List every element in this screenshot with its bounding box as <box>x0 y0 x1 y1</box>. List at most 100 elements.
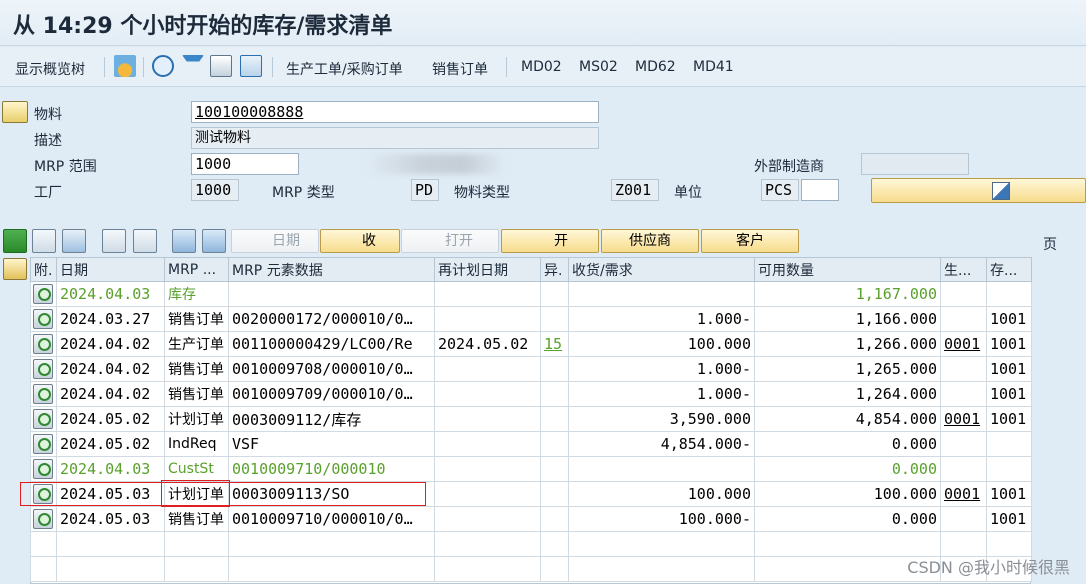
cell-date-text: 2024.04.02 <box>60 385 151 403</box>
cell-stor: 1001 <box>986 381 1032 407</box>
magnifier-icon[interactable] <box>33 334 53 354</box>
row-detail-cell[interactable] <box>30 456 57 482</box>
glasses-icon[interactable] <box>32 229 56 253</box>
cell-avail-text: 1,166.000 <box>855 310 937 328</box>
table-row[interactable]: 2024.04.03 CustSt 0010009710/000010 0.000 <box>30 456 1032 482</box>
cell-exc <box>540 281 569 307</box>
col-mrp-element[interactable]: MRP ... <box>164 257 229 282</box>
cell-date-text: 2024.04.02 <box>60 335 151 353</box>
unit-extra-field[interactable] <box>801 179 839 201</box>
col-mrp-element-data[interactable]: MRP 元素数据 <box>228 257 435 282</box>
magnifier-icon[interactable] <box>33 434 53 454</box>
layout-icon[interactable] <box>3 258 27 280</box>
cell-mrp: 销售订单 <box>164 506 229 532</box>
cell-prod-text[interactable]: 0001 <box>944 335 980 353</box>
ms02-button[interactable]: MS02 <box>579 59 618 75</box>
cell-mrp-text: IndReq <box>168 436 217 452</box>
sales-orders-button[interactable]: 销售订单 <box>432 59 488 79</box>
table-row[interactable]: 2024.03.27 销售订单 0020000172/000010/0… 1.000-… <box>30 306 1032 332</box>
customer-button[interactable]: 客户 <box>701 229 799 253</box>
settings-icon[interactable] <box>240 55 262 77</box>
cell-qty-text: 100.000- <box>678 510 751 528</box>
material-field[interactable]: 100100008888 <box>191 101 599 123</box>
cell-prod-text[interactable]: 0001 <box>944 410 980 428</box>
cell-prod <box>940 456 987 482</box>
collapse-icon[interactable] <box>210 55 232 77</box>
cell-resched <box>434 406 541 432</box>
col-receipt-requirement[interactable]: 收货/需求 <box>568 257 755 282</box>
cell-prod-text[interactable]: 0001 <box>944 485 980 503</box>
supplier-button[interactable]: 供应商 <box>601 229 699 253</box>
cell-elem: 0020000172/000010/0… <box>228 306 435 332</box>
material-help-icon[interactable] <box>2 101 28 123</box>
cell-mrp-text: 销售订单 <box>168 387 224 403</box>
cell-stor-text: 1001 <box>990 410 1027 428</box>
cell-elem: VSF <box>228 431 435 457</box>
scroll-down-icon[interactable] <box>172 229 196 253</box>
collapse-tree-icon[interactable] <box>133 229 157 253</box>
md41-button[interactable]: MD41 <box>693 59 734 75</box>
row-detail-cell[interactable] <box>30 431 57 457</box>
show-overview-tree-button[interactable]: 显示概览树 <box>15 59 85 79</box>
table-row[interactable]: 2024.04.02 销售订单 0010009709/000010/0… 1.000-… <box>30 381 1032 407</box>
col-date[interactable]: 日期 <box>56 257 165 282</box>
col-reschedule-date[interactable]: 再计划日期 <box>434 257 541 282</box>
magnifier-icon[interactable] <box>33 284 53 304</box>
magnifier-icon[interactable] <box>33 509 53 529</box>
mrp-area-field[interactable]: 1000 <box>191 153 299 175</box>
refresh-icon[interactable] <box>152 55 174 77</box>
redacted-area <box>366 154 506 174</box>
pencil-edit-icon[interactable] <box>62 229 86 253</box>
cell-resched <box>434 431 541 457</box>
plant-label: 工厂 <box>34 185 62 201</box>
row-detail-cell[interactable] <box>30 356 57 382</box>
cell-exc-text[interactable]: 15 <box>544 335 562 353</box>
cell-prod <box>940 506 987 532</box>
row-detail-cell[interactable] <box>30 506 57 532</box>
table-row[interactable]: 2024.04.02 生产订单 001100000429/LC00/Re 2024.0… <box>30 331 1032 357</box>
cell-mrp: 库存 <box>164 281 229 307</box>
cell-qty-text: 4,854.000- <box>660 435 751 453</box>
sum-icon[interactable] <box>3 229 27 253</box>
magnifier-icon[interactable] <box>33 409 53 429</box>
col-available-qty[interactable]: 可用数量 <box>754 257 941 282</box>
table-row[interactable]: 2024.05.03 销售订单 0010009710/000010/0… 100.00… <box>30 506 1032 532</box>
row-detail-cell[interactable] <box>30 306 57 332</box>
sunrise-icon[interactable] <box>114 55 136 77</box>
empty-cell <box>56 556 165 582</box>
edit-button[interactable] <box>871 178 1086 203</box>
col-exception[interactable]: 异. <box>540 257 569 282</box>
cell-stor <box>986 281 1032 307</box>
table-row[interactable]: 2024.05.02 IndReq VSF 4,854.000- 0.000 <box>30 431 1032 457</box>
row-detail-cell[interactable] <box>30 281 57 307</box>
md62-button[interactable]: MD62 <box>635 59 676 75</box>
cell-stor: 1001 <box>986 356 1032 382</box>
magnifier-icon[interactable] <box>33 384 53 404</box>
magnifier-icon[interactable] <box>33 459 53 479</box>
cell-stor-text: 1001 <box>990 485 1027 503</box>
row-detail-cell[interactable] <box>30 406 57 432</box>
col-production-version[interactable]: 生... <box>940 257 987 282</box>
md02-button[interactable]: MD02 <box>521 59 562 75</box>
material-value: 100100008888 <box>195 103 304 121</box>
row-detail-cell[interactable] <box>30 381 57 407</box>
open2-button[interactable]: 开 <box>501 229 599 253</box>
cell-prod: 0001 <box>940 406 987 432</box>
cell-mrp: 生产订单 <box>164 331 229 357</box>
table-row[interactable]: 2024.04.03 库存 1,167.000 <box>30 281 1032 307</box>
col-storage-location[interactable]: 存... <box>986 257 1032 282</box>
production-purchase-orders-button[interactable]: 生产工单/采购订单 <box>286 59 403 79</box>
empty-cell <box>540 531 569 557</box>
magnifier-icon[interactable] <box>33 309 53 329</box>
filter-icon[interactable] <box>182 55 204 77</box>
expand-tree-icon[interactable] <box>102 229 126 253</box>
table-row[interactable]: 2024.05.02 计划订单 0003009112/库存 3,590.000 4,85… <box>30 406 1032 432</box>
table-row[interactable]: 2024.04.02 销售订单 0010009708/000010/0… 1.000-… <box>30 356 1032 382</box>
magnifier-icon[interactable] <box>33 359 53 379</box>
col-attachment[interactable]: 附. <box>30 257 57 282</box>
cell-prod <box>940 381 987 407</box>
row-detail-cell[interactable] <box>30 331 57 357</box>
receive-button[interactable]: 收 <box>320 229 400 253</box>
empty-cell <box>986 531 1032 557</box>
scroll-up-icon[interactable] <box>202 229 226 253</box>
